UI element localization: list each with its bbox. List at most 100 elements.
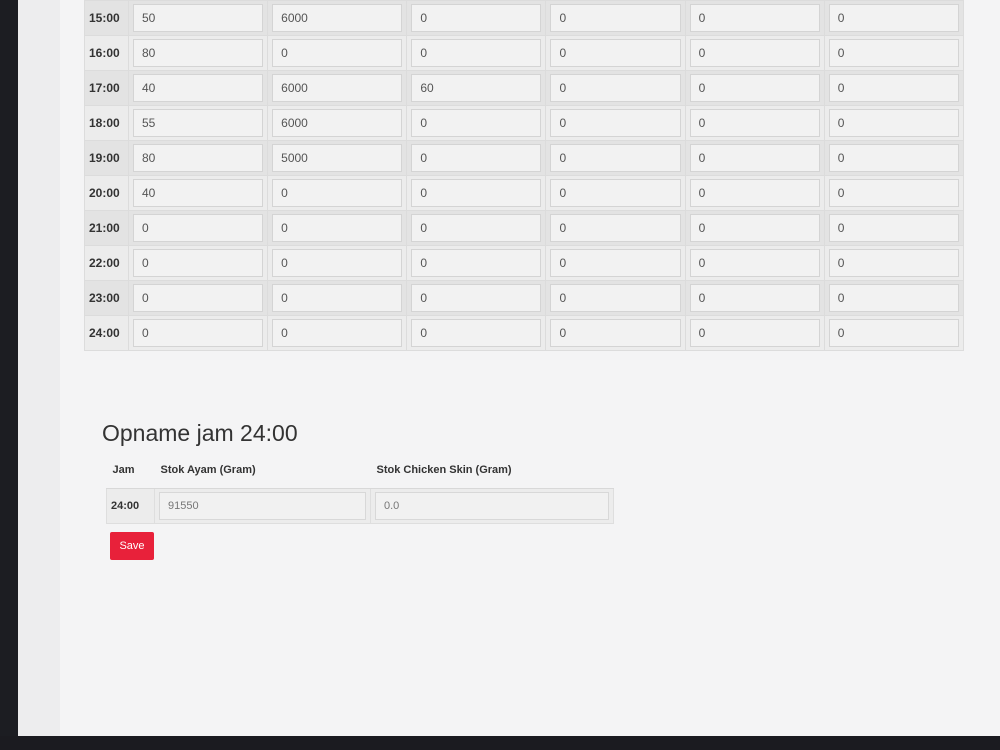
value-cell: [684, 105, 825, 141]
quantity-input[interactable]: [828, 249, 959, 277]
quantity-input[interactable]: [133, 144, 264, 172]
opname-stok-chicken-skin-cell: [370, 488, 614, 524]
stok-chicken-skin-input[interactable]: [375, 492, 609, 520]
quantity-input[interactable]: [689, 74, 820, 102]
quantity-input[interactable]: [133, 249, 264, 277]
quantity-input[interactable]: [411, 249, 542, 277]
quantity-input[interactable]: [411, 144, 542, 172]
stok-ayam-input[interactable]: [159, 492, 366, 520]
value-cell: [545, 175, 686, 211]
quantity-input[interactable]: [272, 179, 403, 207]
quantity-input[interactable]: [550, 284, 681, 312]
quantity-input[interactable]: [133, 4, 264, 32]
save-button[interactable]: Save: [110, 532, 154, 560]
quantity-input[interactable]: [828, 144, 959, 172]
quantity-input[interactable]: [550, 249, 681, 277]
quantity-input[interactable]: [689, 214, 820, 242]
quantity-input[interactable]: [689, 249, 820, 277]
quantity-input[interactable]: [689, 179, 820, 207]
value-cell: [545, 140, 686, 176]
value-cell: [823, 35, 965, 71]
quantity-input[interactable]: [411, 319, 542, 347]
hourly-row: 17:00: [84, 70, 965, 106]
hourly-row: 19:00: [84, 140, 965, 176]
hourly-row: 21:00: [84, 210, 965, 246]
quantity-input[interactable]: [828, 74, 959, 102]
value-cell: [406, 70, 547, 106]
value-cell: [823, 140, 965, 176]
quantity-input[interactable]: [689, 144, 820, 172]
quantity-input[interactable]: [411, 179, 542, 207]
quantity-input[interactable]: [272, 249, 403, 277]
value-cell: [823, 175, 965, 211]
value-cell: [823, 315, 965, 351]
quantity-input[interactable]: [550, 144, 681, 172]
hour-label: 19:00: [84, 140, 129, 176]
quantity-input[interactable]: [828, 4, 959, 32]
value-cell: [684, 175, 825, 211]
quantity-input[interactable]: [272, 4, 403, 32]
quantity-input[interactable]: [272, 144, 403, 172]
quantity-input[interactable]: [133, 74, 264, 102]
quantity-input[interactable]: [411, 39, 542, 67]
value-cell: [406, 175, 547, 211]
quantity-input[interactable]: [550, 74, 681, 102]
value-cell: [545, 315, 686, 351]
browser-viewport: 15:0016:0017:0018:0019:0020:0021:0022:00…: [18, 0, 1000, 736]
quantity-input[interactable]: [411, 214, 542, 242]
quantity-input[interactable]: [550, 4, 681, 32]
quantity-input[interactable]: [133, 109, 264, 137]
quantity-input[interactable]: [550, 109, 681, 137]
quantity-input[interactable]: [411, 109, 542, 137]
opname-time-cell: 24:00: [106, 488, 155, 524]
quantity-input[interactable]: [133, 214, 264, 242]
quantity-input[interactable]: [828, 179, 959, 207]
hour-label: 22:00: [84, 245, 129, 281]
value-cell: [127, 280, 269, 316]
quantity-input[interactable]: [272, 109, 403, 137]
quantity-input[interactable]: [689, 284, 820, 312]
quantity-input[interactable]: [550, 39, 681, 67]
value-cell: [127, 0, 269, 36]
hourly-row: 22:00: [84, 245, 965, 281]
quantity-input[interactable]: [272, 284, 403, 312]
quantity-input[interactable]: [411, 4, 542, 32]
value-cell: [684, 35, 825, 71]
quantity-input[interactable]: [550, 319, 681, 347]
quantity-input[interactable]: [411, 74, 542, 102]
value-cell: [545, 0, 686, 36]
quantity-input[interactable]: [411, 284, 542, 312]
opname-header-stok-chicken-skin: Stok Chicken Skin (Gram): [370, 452, 614, 489]
quantity-input[interactable]: [828, 214, 959, 242]
quantity-input[interactable]: [272, 39, 403, 67]
value-cell: [127, 245, 269, 281]
value-cell: [545, 245, 686, 281]
quantity-input[interactable]: [272, 214, 403, 242]
value-cell: [406, 0, 547, 36]
quantity-input[interactable]: [272, 319, 403, 347]
quantity-input[interactable]: [689, 319, 820, 347]
value-cell: [406, 210, 547, 246]
quantity-input[interactable]: [828, 109, 959, 137]
value-cell: [267, 0, 408, 36]
value-cell: [406, 280, 547, 316]
monitor-bezel: [0, 736, 1000, 750]
quantity-input[interactable]: [689, 109, 820, 137]
quantity-input[interactable]: [272, 74, 403, 102]
quantity-input[interactable]: [550, 214, 681, 242]
value-cell: [823, 105, 965, 141]
quantity-input[interactable]: [828, 319, 959, 347]
quantity-input[interactable]: [133, 284, 264, 312]
quantity-input[interactable]: [689, 4, 820, 32]
value-cell: [684, 245, 825, 281]
quantity-input[interactable]: [689, 39, 820, 67]
quantity-input[interactable]: [550, 179, 681, 207]
quantity-input[interactable]: [133, 39, 264, 67]
quantity-input[interactable]: [828, 39, 959, 67]
value-cell: [406, 245, 547, 281]
quantity-input[interactable]: [133, 319, 264, 347]
quantity-input[interactable]: [828, 284, 959, 312]
value-cell: [267, 245, 408, 281]
value-cell: [406, 105, 547, 141]
quantity-input[interactable]: [133, 179, 264, 207]
